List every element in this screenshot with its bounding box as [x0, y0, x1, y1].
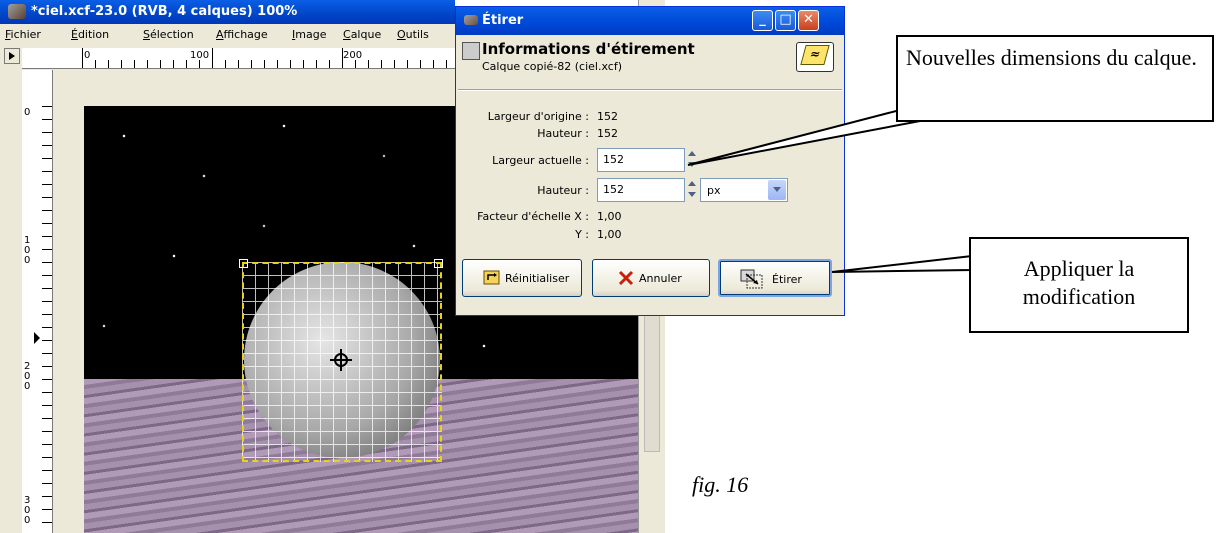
figure-label: fig. 16 — [692, 472, 749, 497]
apply-callout: Appliquer la modification — [969, 237, 1189, 333]
dimensions-callout: Nouvelles dimensions du calque. — [896, 35, 1214, 122]
apply-callout-text: Appliquer la modification — [1022, 256, 1136, 309]
dimensions-callout-text: Nouvelles dimensions du calque. — [906, 45, 1197, 70]
apply-pointer — [831, 254, 973, 273]
